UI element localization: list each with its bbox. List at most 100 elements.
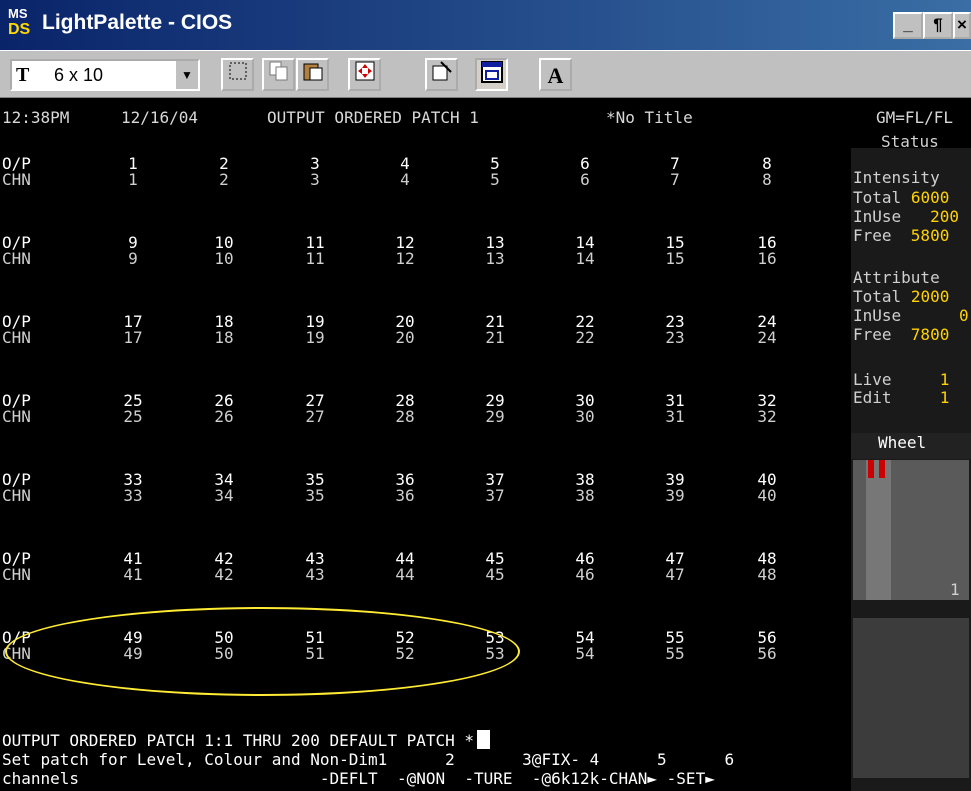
channel-number[interactable]: 3 xyxy=(290,170,340,189)
channel-number[interactable]: 1 xyxy=(108,170,158,189)
wheel-label: Wheel xyxy=(878,433,927,452)
channel-number[interactable]: 10 xyxy=(199,249,249,268)
attribute-free-label: Free xyxy=(853,325,892,344)
properties-button[interactable] xyxy=(425,58,458,91)
channel-number[interactable]: 23 xyxy=(650,328,700,347)
status-heading: Status xyxy=(881,132,939,151)
wheel-bar xyxy=(866,460,891,600)
channel-number[interactable]: 40 xyxy=(742,486,792,505)
channel-number[interactable]: 2 xyxy=(199,170,249,189)
channel-number[interactable]: 35 xyxy=(290,486,340,505)
channel-number[interactable]: 27 xyxy=(290,407,340,426)
select-region-button[interactable] xyxy=(221,58,254,91)
copy-button[interactable] xyxy=(262,58,295,91)
grandmaster-status: GM=FL/FL xyxy=(876,108,954,127)
minimize-button[interactable]: _ xyxy=(893,12,923,39)
channel-number[interactable]: 43 xyxy=(290,565,340,584)
row-label-chn: CHN xyxy=(2,565,31,584)
channel-number[interactable]: 49 xyxy=(108,644,158,663)
dotted-rect-icon xyxy=(229,62,246,80)
intensity-inuse-label: InUse xyxy=(853,207,902,226)
attribute-total-value: 2000 xyxy=(910,287,950,306)
row-label-chn: CHN xyxy=(2,486,31,505)
channel-number[interactable]: 16 xyxy=(742,249,792,268)
channel-number[interactable]: 44 xyxy=(380,565,430,584)
channel-number[interactable]: 9 xyxy=(108,249,158,268)
channel-number[interactable]: 30 xyxy=(560,407,610,426)
paste-icon xyxy=(303,63,322,81)
channel-number[interactable]: 38 xyxy=(560,486,610,505)
channel-number[interactable]: 48 xyxy=(742,565,792,584)
channel-number[interactable]: 37 xyxy=(470,486,520,505)
softkey-row-2[interactable]: channels -DEFLT -@NON -TURE -@6k12k-CHAN… xyxy=(2,769,715,788)
channel-number[interactable]: 33 xyxy=(108,486,158,505)
channel-number[interactable]: 8 xyxy=(742,170,792,189)
clock: 12:38PM xyxy=(2,108,70,127)
font-icon: T xyxy=(16,64,30,86)
background-button[interactable] xyxy=(475,58,508,91)
attribute-total-label: Total xyxy=(853,287,902,306)
channel-number[interactable]: 7 xyxy=(650,170,700,189)
channel-number[interactable]: 34 xyxy=(199,486,249,505)
channel-number[interactable]: 12 xyxy=(380,249,430,268)
channel-number[interactable]: 6 xyxy=(560,170,610,189)
properties-icon xyxy=(432,61,452,81)
channel-number[interactable]: 4 xyxy=(380,170,430,189)
toolbar: T 6 x 10 ▼ A xyxy=(0,50,971,98)
attribute-label: Attribute xyxy=(853,268,940,287)
channel-number[interactable]: 28 xyxy=(380,407,430,426)
channel-number[interactable]: 56 xyxy=(742,644,792,663)
title-bar: MS DS LightPalette - CIOS _ ¶ × xyxy=(0,0,971,50)
command-line[interactable]: OUTPUT ORDERED PATCH 1:1 THRU 200 DEFAUL… xyxy=(2,730,491,750)
channel-number[interactable]: 24 xyxy=(742,328,792,347)
softkey-row-1[interactable]: Set patch for Level, Colour and Non-Dim1… xyxy=(2,750,734,769)
fullscreen-button[interactable] xyxy=(348,58,381,91)
channel-number[interactable]: 52 xyxy=(380,644,430,663)
channel-number[interactable]: 50 xyxy=(199,644,249,663)
screen-mode: OUTPUT ORDERED PATCH 1 xyxy=(267,108,479,127)
channel-number[interactable]: 17 xyxy=(108,328,158,347)
font-size-select[interactable]: T 6 x 10 ▼ xyxy=(10,59,200,91)
edit-label: Edit xyxy=(853,388,892,407)
paste-button[interactable] xyxy=(296,58,329,91)
channel-number[interactable]: 47 xyxy=(650,565,700,584)
intensity-total-label: Total xyxy=(853,188,902,207)
channel-number[interactable]: 11 xyxy=(290,249,340,268)
channel-number[interactable]: 18 xyxy=(199,328,249,347)
channel-number[interactable]: 46 xyxy=(560,565,610,584)
channel-number[interactable]: 53 xyxy=(470,644,520,663)
channel-number[interactable]: 15 xyxy=(650,249,700,268)
channel-number[interactable]: 39 xyxy=(650,486,700,505)
channel-number[interactable]: 13 xyxy=(470,249,520,268)
channel-number[interactable]: 32 xyxy=(742,407,792,426)
channel-number[interactable]: 45 xyxy=(470,565,520,584)
chevron-down-icon[interactable]: ▼ xyxy=(174,61,198,89)
channel-number[interactable]: 51 xyxy=(290,644,340,663)
channel-number[interactable]: 25 xyxy=(108,407,158,426)
channel-number[interactable]: 26 xyxy=(199,407,249,426)
maximize-button[interactable]: ¶ xyxy=(923,12,953,39)
channel-number[interactable]: 14 xyxy=(560,249,610,268)
channel-number[interactable]: 42 xyxy=(199,565,249,584)
terminal-screen[interactable]: 12:38PM 12/16/04 OUTPUT ORDERED PATCH 1 … xyxy=(0,98,971,791)
intensity-free-value: 5800 xyxy=(910,226,950,245)
move-icon xyxy=(355,61,374,81)
channel-number[interactable]: 21 xyxy=(470,328,520,347)
channel-number[interactable]: 55 xyxy=(650,644,700,663)
channel-number[interactable]: 29 xyxy=(470,407,520,426)
channel-number[interactable]: 54 xyxy=(560,644,610,663)
channel-number[interactable]: 19 xyxy=(290,328,340,347)
copy-icon xyxy=(269,61,287,81)
spare-panel xyxy=(853,618,969,778)
attribute-inuse-value: 0 xyxy=(958,306,969,325)
channel-number[interactable]: 22 xyxy=(560,328,610,347)
font-size-value: 6 x 10 xyxy=(54,65,104,85)
channel-number[interactable]: 41 xyxy=(108,565,158,584)
channel-number[interactable]: 31 xyxy=(650,407,700,426)
font-button[interactable]: A xyxy=(539,58,572,91)
status-panel: Status Intensity Total 6000 InUse 200 Fr… xyxy=(851,132,971,791)
channel-number[interactable]: 20 xyxy=(380,328,430,347)
close-button[interactable]: × xyxy=(953,12,971,39)
channel-number[interactable]: 36 xyxy=(380,486,430,505)
channel-number[interactable]: 5 xyxy=(470,170,520,189)
